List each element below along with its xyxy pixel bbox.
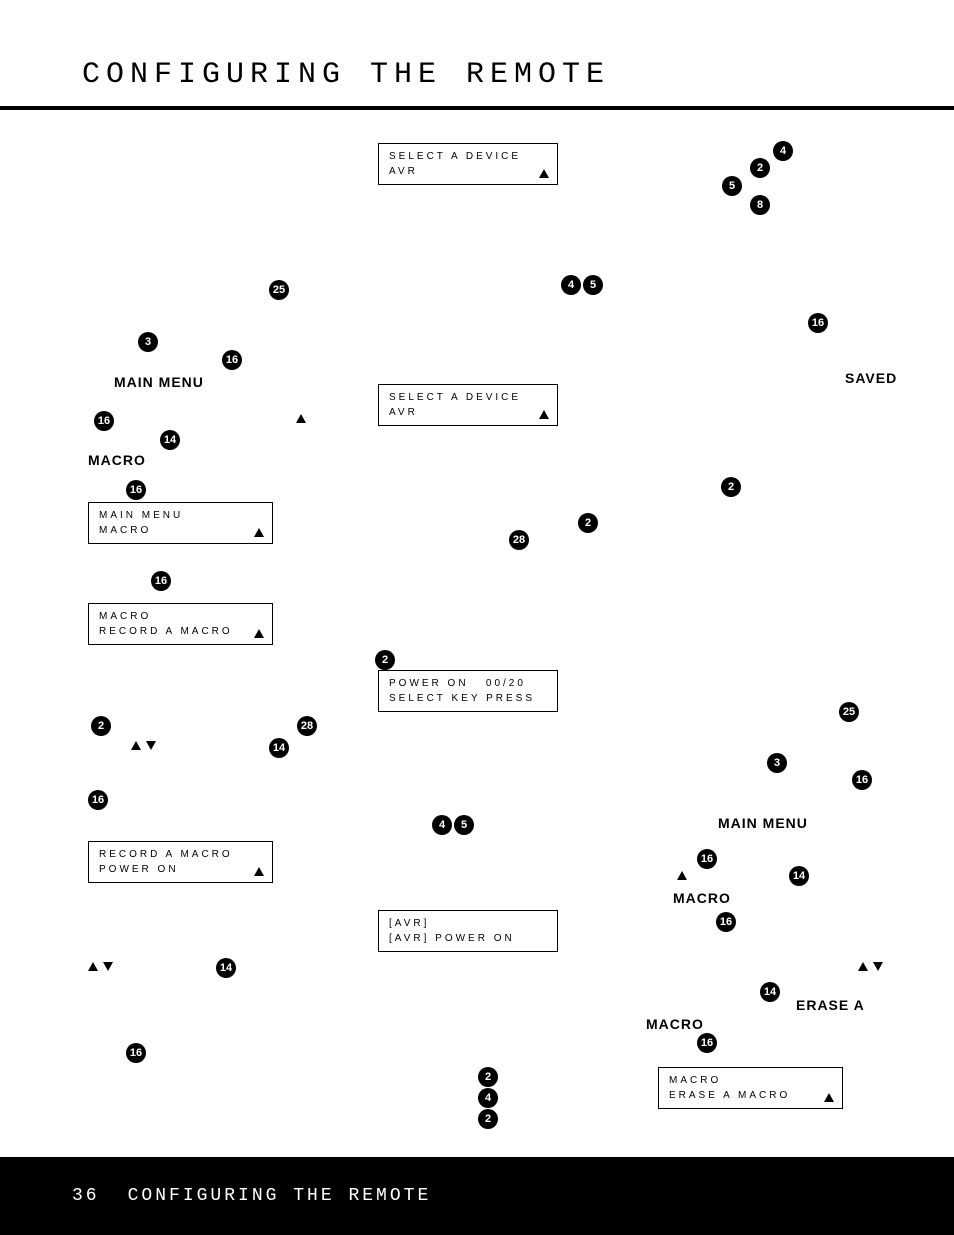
badge-16: 16	[126, 480, 146, 500]
badge-5: 5	[722, 176, 742, 196]
label-saved: SAVED	[845, 370, 897, 386]
badge-16: 16	[94, 411, 114, 431]
label-macro-2: MACRO	[673, 890, 731, 906]
lcd-record-power-on: RECORD A MACRO POWER ON	[88, 841, 273, 883]
triangle-up-icon	[677, 871, 687, 880]
label-erase-a: ERASE A	[796, 997, 865, 1013]
badge-4: 4	[478, 1088, 498, 1108]
triangle-up-icon	[254, 629, 264, 638]
badge-16: 16	[697, 849, 717, 869]
triangle-down-icon	[146, 741, 156, 750]
lcd-line2: [AVR] POWER ON	[389, 931, 547, 946]
badge-25: 25	[839, 702, 859, 722]
badge-2: 2	[478, 1067, 498, 1087]
lcd-macro-erase: MACRO ERASE A MACRO	[658, 1067, 843, 1109]
lcd-line1: MACRO	[99, 609, 262, 624]
badge-16: 16	[126, 1043, 146, 1063]
badge-16: 16	[88, 790, 108, 810]
badge-16: 16	[151, 571, 171, 591]
triangle-down-icon	[873, 962, 883, 971]
badge-16: 16	[222, 350, 242, 370]
lcd-line2: AVR	[389, 405, 547, 420]
triangle-up-icon	[88, 962, 98, 971]
lcd-line1: [AVR]	[389, 916, 547, 931]
lcd-line1: MACRO	[669, 1073, 832, 1088]
badge-5: 5	[583, 275, 603, 295]
badge-4: 4	[561, 275, 581, 295]
lcd-power-on-select: POWER ON 00/20 SELECT KEY PRESS	[378, 670, 558, 712]
badge-3: 3	[767, 753, 787, 773]
triangle-down-icon	[103, 962, 113, 971]
lcd-macro-record: MACRO RECORD A MACRO	[88, 603, 273, 645]
triangle-up-icon	[539, 169, 549, 178]
lcd-main-menu-macro: MAIN MENU MACRO	[88, 502, 273, 544]
badge-16: 16	[808, 313, 828, 333]
lcd-avr-power-on: [AVR] [AVR] POWER ON	[378, 910, 558, 952]
badge-3: 3	[138, 332, 158, 352]
lcd-line2: POWER ON	[99, 862, 262, 877]
badge-14: 14	[216, 958, 236, 978]
lcd-line2: RECORD A MACRO	[99, 624, 262, 639]
label-macro: MACRO	[88, 452, 146, 468]
triangle-up-icon	[254, 528, 264, 537]
lcd-line1: POWER ON 00/20	[389, 676, 547, 691]
triangle-up-icon	[539, 410, 549, 419]
badge-5: 5	[454, 815, 474, 835]
lcd-line1: RECORD A MACRO	[99, 847, 262, 862]
badge-2: 2	[721, 477, 741, 497]
label-macro-3: MACRO	[646, 1016, 704, 1032]
lcd-select-device-1: SELECT A DEVICE AVR	[378, 143, 558, 185]
badge-16: 16	[716, 912, 736, 932]
lcd-line2: ERASE A MACRO	[669, 1088, 832, 1103]
badge-16: 16	[852, 770, 872, 790]
page-footer: 36 CONFIGURING THE REMOTE	[0, 1157, 954, 1235]
badge-14: 14	[269, 738, 289, 758]
page-number: 36	[72, 1186, 100, 1206]
label-main-menu-2: MAIN MENU	[718, 815, 808, 831]
triangle-up-icon	[131, 741, 141, 750]
badge-2: 2	[91, 716, 111, 736]
badge-25: 25	[269, 280, 289, 300]
badge-28: 28	[509, 530, 529, 550]
badge-4: 4	[773, 141, 793, 161]
triangle-up-icon	[858, 962, 868, 971]
badge-2: 2	[375, 650, 395, 670]
lcd-line1: SELECT A DEVICE	[389, 390, 547, 405]
badge-14: 14	[760, 982, 780, 1002]
badge-2: 2	[578, 513, 598, 533]
label-main-menu: MAIN MENU	[114, 374, 204, 390]
triangle-up-icon	[824, 1093, 834, 1102]
lcd-line2: AVR	[389, 164, 547, 179]
lcd-line1: MAIN MENU	[99, 508, 262, 523]
footer-title: CONFIGURING THE REMOTE	[128, 1186, 432, 1206]
lcd-line1: SELECT A DEVICE	[389, 149, 547, 164]
badge-2: 2	[750, 158, 770, 178]
badge-14: 14	[789, 866, 809, 886]
triangle-up-icon	[296, 414, 306, 423]
badge-2: 2	[478, 1109, 498, 1129]
lcd-line2: SELECT KEY PRESS	[389, 691, 547, 706]
horizontal-rule	[0, 106, 954, 110]
lcd-line2: MACRO	[99, 523, 262, 538]
lcd-select-device-2: SELECT A DEVICE AVR	[378, 384, 558, 426]
page-title: CONFIGURING THE REMOTE	[82, 58, 610, 92]
badge-8: 8	[750, 195, 770, 215]
badge-28: 28	[297, 716, 317, 736]
badge-14: 14	[160, 430, 180, 450]
badge-4: 4	[432, 815, 452, 835]
triangle-up-icon	[254, 867, 264, 876]
badge-16: 16	[697, 1033, 717, 1053]
